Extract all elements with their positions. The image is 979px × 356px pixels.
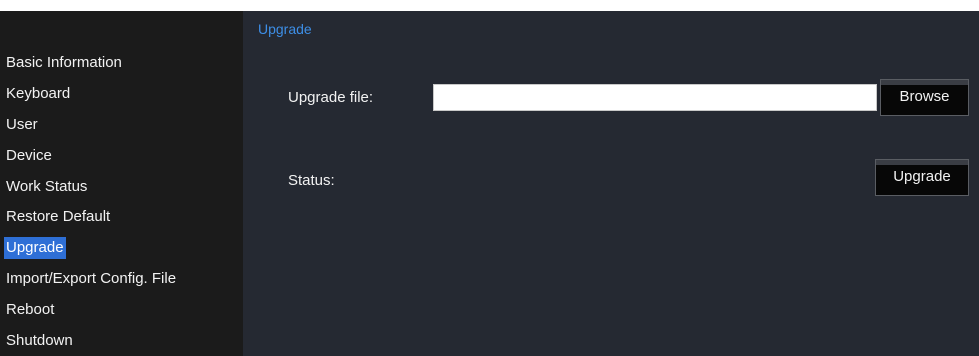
- sidebar-item-work-status[interactable]: Work Status: [4, 176, 89, 198]
- browse-button[interactable]: Browse: [880, 79, 969, 116]
- sidebar-item-device[interactable]: Device: [4, 145, 54, 167]
- main-panel: Upgrade Upgrade file: Browse Status: Upg…: [243, 11, 979, 356]
- sidebar-item-basic-information[interactable]: Basic Information: [4, 52, 124, 74]
- upgrade-button[interactable]: Upgrade: [875, 159, 969, 196]
- upgrade-file-label: Upgrade file:: [288, 89, 374, 106]
- sidebar-item-keyboard[interactable]: Keyboard: [4, 83, 72, 105]
- sidebar-item-shutdown[interactable]: Shutdown: [4, 330, 75, 352]
- sidebar-menu: Basic Information Keyboard User Device W…: [0, 11, 243, 356]
- sidebar-item-upgrade[interactable]: Upgrade: [4, 237, 66, 259]
- sidebar-item-import-export-config[interactable]: Import/Export Config. File: [4, 268, 178, 290]
- upgrade-file-input[interactable]: [433, 84, 877, 111]
- upgrade-page: Basic Information Keyboard User Device W…: [0, 0, 979, 356]
- status-label: Status:: [288, 172, 335, 189]
- sidebar-item-reboot[interactable]: Reboot: [4, 299, 56, 321]
- sidebar-item-restore-default[interactable]: Restore Default: [4, 206, 112, 228]
- sidebar-item-user[interactable]: User: [4, 114, 40, 136]
- page-title: Upgrade: [258, 21, 312, 37]
